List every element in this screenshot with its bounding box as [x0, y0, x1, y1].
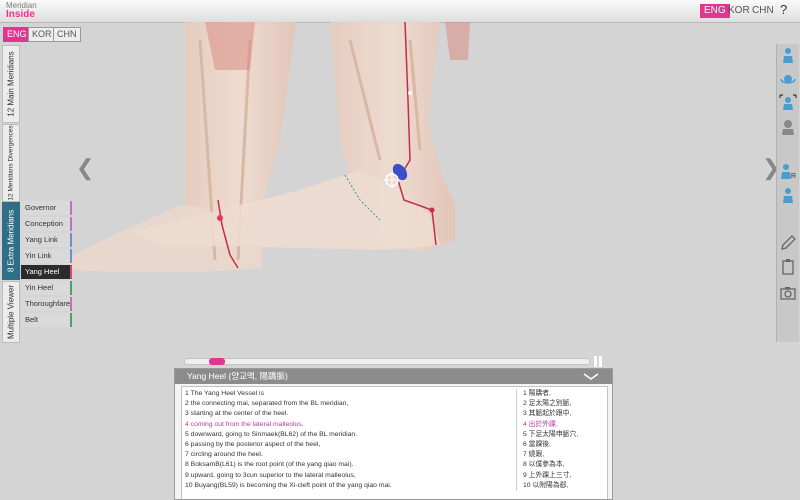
menu-item-yin-link[interactable]: Yin Link: [21, 249, 72, 263]
menu-item-thoroughfare[interactable]: Thoroughfare: [21, 297, 72, 311]
menu-item-yang-heel[interactable]: Yang Heel: [21, 265, 72, 279]
color-bar: [70, 297, 72, 311]
person-front-icon[interactable]: [779, 46, 797, 64]
color-bar: [70, 233, 72, 247]
tab-12-meridians-divergences[interactable]: 12 Meridians Divergences: [2, 124, 20, 202]
menu-item-governor[interactable]: Governor: [21, 201, 72, 215]
menu-item-yang-link[interactable]: Yang Link: [21, 233, 72, 247]
menu-item-label: Yin Link: [25, 251, 52, 260]
text-line: 9 upward, going to 3cun superior to the …: [185, 471, 356, 479]
text-line: 2 足太陽之別脈,: [523, 400, 572, 408]
anatomy-3d-viewer[interactable]: [0, 22, 770, 362]
color-bar: [70, 313, 72, 327]
tab-12-main-meridians[interactable]: 12 Main Meridians: [2, 45, 20, 123]
menu-item-belt[interactable]: Belt: [21, 313, 72, 327]
person-l-icon[interactable]: [779, 186, 797, 204]
playback-progress-bar[interactable]: [184, 358, 590, 365]
tab-label: 12 Main Meridians: [6, 51, 16, 117]
pencil-icon[interactable]: [779, 234, 797, 252]
color-bar: [70, 249, 72, 263]
menu-item-label: Belt: [25, 315, 38, 324]
camera-icon[interactable]: [779, 284, 797, 302]
text-line: 4 coming out from the lateral malleolus,: [185, 420, 304, 428]
text-line: 10 以附陽為郄,: [523, 481, 569, 489]
menu-item-conception[interactable]: Conception: [21, 217, 72, 231]
body-view-icon[interactable]: [779, 94, 797, 112]
text-line: 7 circling around the heel.: [185, 451, 263, 459]
menu-item-label: Yin Heel: [25, 283, 54, 292]
english-text-column: 1 The Yang Heel Vessel is 2 the connectin…: [185, 389, 510, 491]
text-line: 5 下足太陽申脈穴,: [523, 430, 579, 438]
menu-item-label: Conception: [25, 219, 63, 228]
head-profile-icon[interactable]: [779, 118, 797, 136]
person-r-icon[interactable]: R: [779, 162, 797, 180]
svg-text:R: R: [791, 173, 796, 180]
description-panel: Yang Heel (양교맥, 陽蹻脈) 1 The Yang Heel Ves…: [174, 368, 613, 500]
text-line: 10 Buyang(BL59) is becoming the Xi-cleft…: [185, 481, 392, 489]
panel-header: Yang Heel (양교맥, 陽蹻脈): [175, 369, 612, 384]
text-line: 2 the connecting mai, separated from the…: [185, 400, 349, 408]
prev-arrow-icon[interactable]: ❮: [76, 155, 94, 181]
lang-chn-button[interactable]: CHN: [748, 4, 778, 18]
text-line: 5 downward, going to Sinmaek(BL62) of th…: [185, 430, 358, 438]
menu-item-yin-heel[interactable]: Yin Heel: [21, 281, 72, 295]
tab-label: 8 Extra Meridians: [6, 209, 16, 273]
text-line: 8 以僕參為本,: [523, 461, 565, 469]
clipboard-icon[interactable]: [779, 258, 797, 276]
text-line: 3 其脈起於跟中,: [523, 410, 572, 418]
text-line: 7 繞跟,: [523, 451, 545, 459]
tab-label: Multiple Viewer: [6, 284, 16, 340]
logo-bottom-text: Inside: [6, 9, 35, 20]
app-logo: Meridian Inside: [6, 1, 37, 20]
menu-item-label: Thoroughfare: [25, 299, 71, 308]
chinese-text-column: 1 陽蹻者, 2 足太陽之別脈, 3 其脈起於跟中, 4 出於外踝, 5 下足太陽申脈穴…: [516, 389, 607, 492]
color-bar: [70, 281, 72, 295]
text-line: 9 上外踝上三寸,: [523, 471, 572, 479]
color-bar: [70, 217, 72, 231]
menu-item-label: Yang Heel: [25, 267, 60, 276]
text-line: 6 當踝後,: [523, 441, 551, 449]
help-button[interactable]: ?: [780, 2, 787, 17]
tab-multiple-viewer[interactable]: Multiple Viewer: [2, 281, 20, 343]
text-line: 6 passing by the posterior aspect of the…: [185, 441, 321, 449]
panel-title: Yang Heel (양교맥, 陽蹻脈): [187, 371, 288, 381]
right-toolbar: R: [776, 44, 799, 342]
extra-meridians-menu: Governor Conception Yang Link Yin Link Y…: [21, 201, 72, 329]
progress-knob[interactable]: [209, 358, 226, 365]
top-bar: Meridian Inside ENG KOR CHN ?: [0, 0, 800, 23]
menu-item-label: Governor: [25, 203, 57, 212]
text-line: 8 BoksamB(L61) is the root point (of the…: [185, 461, 354, 469]
panel-text-area: 1 The Yang Heel Vessel is 2 the connectin…: [181, 386, 608, 499]
head-rotate-icon[interactable]: [779, 70, 797, 88]
text-line: 1 陽蹻者,: [523, 390, 551, 397]
color-bar: [70, 265, 72, 279]
text-line: 4 出於外踝,: [523, 420, 558, 428]
menu-item-label: Yang Link: [25, 235, 58, 244]
color-bar: [70, 201, 72, 215]
tab-label: 12 Meridians Divergences: [7, 125, 15, 201]
tab-8-extra-meridians[interactable]: 8 Extra Meridians: [2, 202, 20, 280]
text-line: 1 The Yang Heel Vessel is: [185, 390, 264, 397]
collapse-chevron-icon[interactable]: [582, 370, 600, 382]
text-line: 3 starting at the center of the heel.: [185, 410, 289, 418]
